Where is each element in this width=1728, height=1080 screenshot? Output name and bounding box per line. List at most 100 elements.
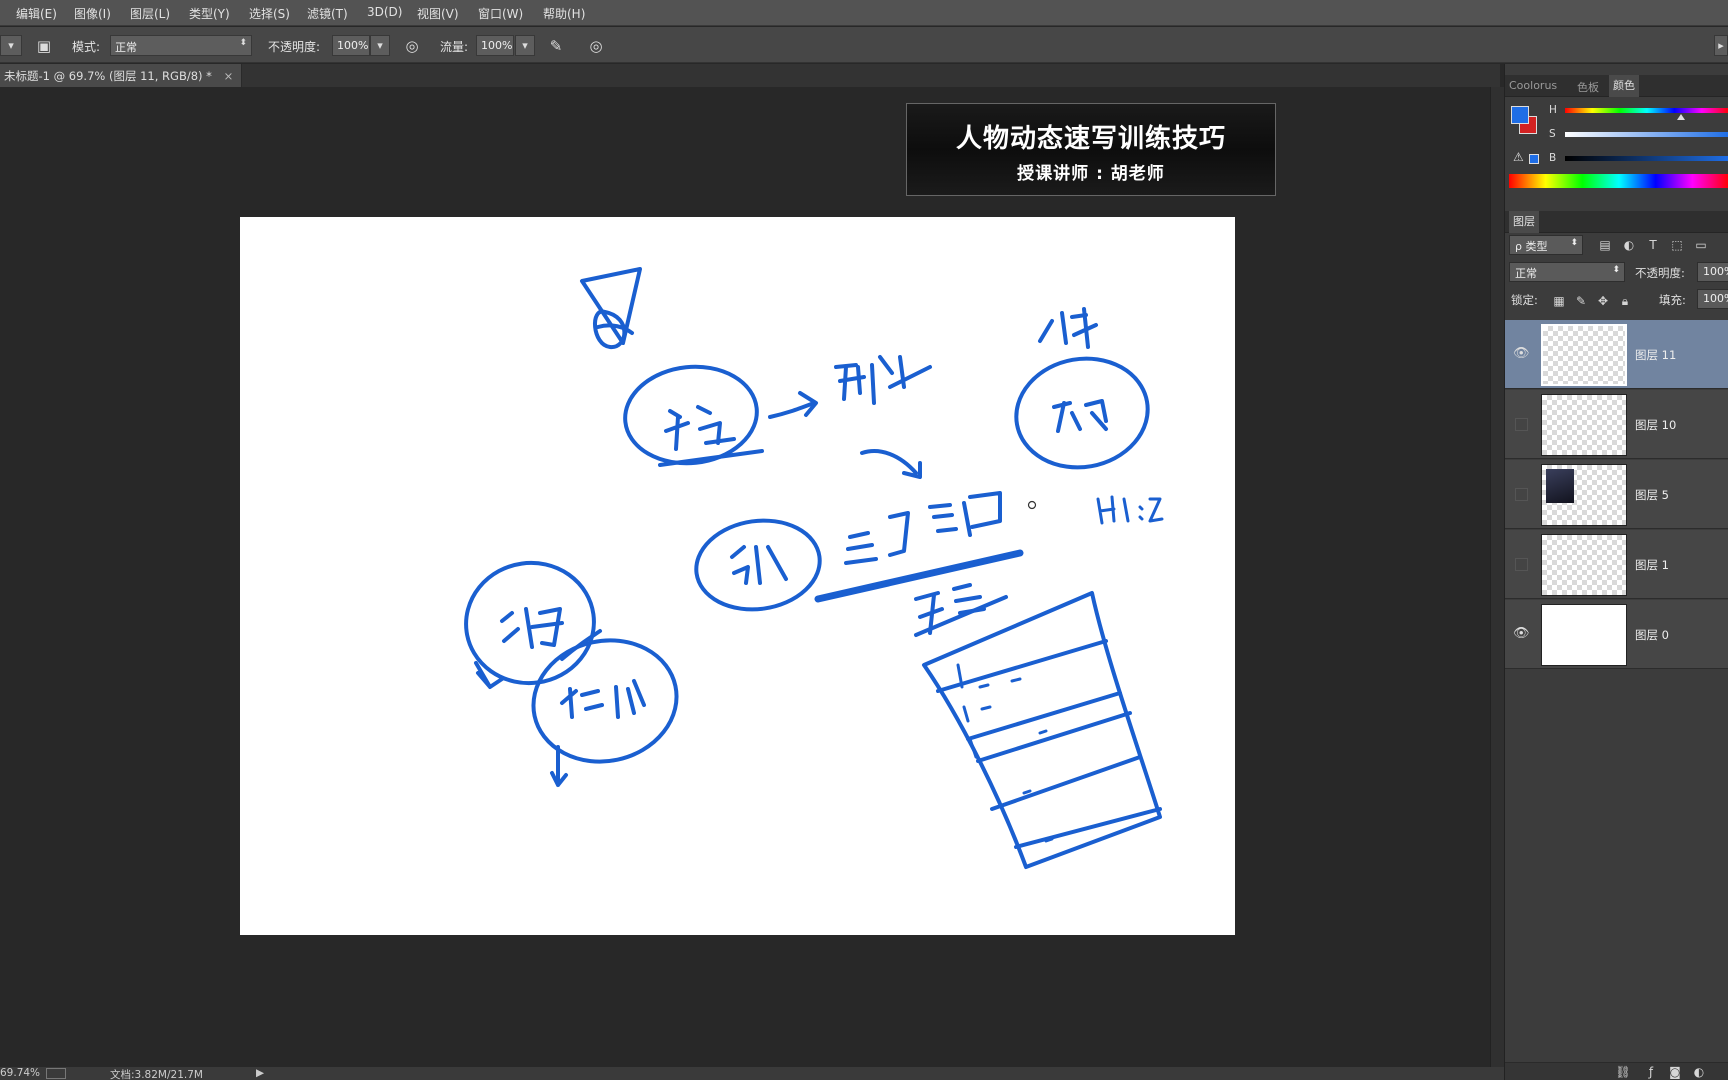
menu-filter[interactable]: 滤镜(T) — [307, 5, 348, 22]
layer-name[interactable]: 图层 11 — [1635, 347, 1676, 363]
layer-row-layer-1[interactable]: 图层 1 — [1505, 530, 1728, 599]
banner-subtitle: 授课讲师 : 胡老师 — [1017, 164, 1165, 184]
menu-select[interactable]: 选择(S) — [249, 5, 290, 22]
lock-image-icon[interactable]: ✎ — [1573, 293, 1589, 309]
sketch-text-ratio — [1096, 495, 1164, 525]
sketch-table-line-5 — [1014, 807, 1162, 849]
layer-thumbnail — [1541, 324, 1627, 386]
sketch-text-middle — [730, 545, 788, 585]
layer-row-layer-11[interactable]: 👁︎ 图层 11 — [1505, 320, 1728, 389]
color-panel-body: ⚠ H S B — [1505, 98, 1728, 188]
sketch-text-xingqu — [1052, 399, 1108, 433]
layer-filter-value: ρ 类型 — [1515, 240, 1548, 253]
layers-panel-footer: ⛓︎ ƒ ◙ ◐ — [1505, 1062, 1728, 1080]
adjustment-layer-icon[interactable]: ◐ — [1691, 1064, 1707, 1080]
document-tab-title: 未标题-1 @ 69.7% (图层 11, RGB/8) * — [4, 69, 212, 83]
tab-layers[interactable]: 图层 — [1509, 211, 1539, 233]
fill-input[interactable]: 100% — [1697, 289, 1728, 309]
fx-icon[interactable]: ƒ — [1643, 1064, 1659, 1080]
tool-options-bar: ▾ ▣ 模式: 正常 ⬍ 不透明度: 100% ▾ ◎ 流量: 100% ▾ ✎… — [0, 27, 1728, 63]
add-mask-icon[interactable]: ◙ — [1667, 1064, 1683, 1080]
opacity-input[interactable]: 100% — [332, 35, 370, 56]
layer-row-layer-5[interactable]: 图层 5 — [1505, 460, 1728, 529]
web-safe-color-icon[interactable] — [1529, 154, 1539, 164]
tab-color[interactable]: 颜色 — [1609, 75, 1639, 97]
zoom-level[interactable]: 69.74% — [0, 1067, 40, 1079]
chevron-down-icon: ⬍ — [239, 38, 247, 48]
lock-transparent-icon[interactable]: ▦ — [1551, 293, 1567, 309]
sketch-table-outline — [922, 591, 1162, 869]
filter-type-icon[interactable]: T — [1645, 237, 1661, 253]
visibility-toggle-off[interactable] — [1515, 488, 1528, 501]
flow-dropdown-button[interactable]: ▾ — [515, 35, 535, 56]
mode-label: 模式: — [72, 40, 101, 54]
layer-name[interactable]: 图层 1 — [1635, 557, 1669, 573]
export-icon[interactable] — [46, 1068, 66, 1079]
sketch-text-left-2 — [560, 679, 646, 719]
pressure-size-icon[interactable]: ◎ — [586, 36, 606, 56]
layer-thumbnail — [1541, 394, 1627, 456]
layer-row-layer-0[interactable]: 👁︎ 图层 0 — [1505, 600, 1728, 669]
course-title-banner: 人物动态速写训练技巧 授课讲师 : 胡老师 — [906, 103, 1276, 196]
lock-all-icon[interactable]: 🔒︎ — [1617, 293, 1633, 309]
menu-help[interactable]: 帮助(H) — [543, 5, 585, 22]
saturation-label: S — [1549, 128, 1556, 140]
menu-view[interactable]: 视图(V) — [417, 5, 459, 22]
status-menu-arrow-icon[interactable]: ▶ — [256, 1067, 264, 1079]
layer-opacity-input[interactable]: 100% — [1697, 262, 1728, 282]
gamut-warning-icon[interactable]: ⚠ — [1513, 150, 1524, 164]
workspace-switcher-button[interactable]: ▸ — [1714, 35, 1728, 56]
fill-label: 填充: — [1659, 293, 1686, 307]
layer-row-layer-10[interactable]: 图层 10 — [1505, 390, 1728, 459]
layer-opacity-label: 不透明度: — [1635, 266, 1685, 280]
status-bar: 69.74% 文档:3.82M/21.7M ▶ — [0, 1067, 1504, 1080]
visibility-toggle-off[interactable] — [1515, 558, 1528, 571]
link-layers-icon[interactable]: ⛓︎ — [1615, 1064, 1631, 1080]
visibility-eye-icon[interactable]: 👁︎ — [1513, 346, 1530, 362]
document-tab[interactable]: 未标题-1 @ 69.7% (图层 11, RGB/8) * × — [0, 64, 243, 87]
layer-blend-mode-select[interactable]: 正常 ⬍ — [1509, 262, 1625, 282]
brightness-slider[interactable] — [1565, 156, 1728, 161]
filter-pixel-icon[interactable]: ▤ — [1597, 237, 1613, 253]
menu-edit[interactable]: 编辑(E) — [16, 5, 57, 22]
visibility-eye-icon[interactable]: 👁︎ — [1513, 626, 1530, 642]
airbrush-icon[interactable]: ✎ — [546, 36, 566, 56]
color-spectrum-ramp[interactable] — [1509, 174, 1728, 188]
filter-shape-icon[interactable]: ⬚ — [1669, 237, 1685, 253]
sketch-table-line-3 — [976, 711, 1132, 763]
hue-slider[interactable] — [1565, 108, 1728, 113]
hue-slider-thumb[interactable] — [1677, 114, 1685, 120]
mode-select[interactable]: 正常 ⬍ — [110, 35, 252, 56]
visibility-toggle-off[interactable] — [1515, 418, 1528, 431]
flow-input[interactable]: 100% — [476, 35, 514, 56]
menu-type[interactable]: 类型(Y) — [189, 5, 230, 22]
close-icon[interactable]: × — [224, 69, 234, 83]
layer-filter-select[interactable]: ρ 类型 ⬍ — [1509, 235, 1583, 255]
menu-window[interactable]: 窗口(W) — [478, 5, 523, 22]
chevron-down-icon: ⬍ — [1570, 238, 1578, 248]
filter-adjustment-icon[interactable]: ◐ — [1621, 237, 1637, 253]
pressure-opacity-icon[interactable]: ◎ — [402, 36, 422, 56]
layer-name[interactable]: 图层 5 — [1635, 487, 1669, 503]
opacity-label: 不透明度: — [268, 40, 321, 54]
tab-swatches[interactable]: 色板 — [1577, 79, 1599, 95]
lock-position-icon[interactable]: ✥ — [1595, 293, 1611, 309]
layer-thumbnail — [1541, 464, 1627, 526]
opacity-dropdown-button[interactable]: ▾ — [370, 35, 390, 56]
document-canvas[interactable] — [240, 217, 1235, 935]
vertical-scrollbar[interactable] — [1490, 87, 1504, 1067]
brush-preset-picker[interactable]: ▾ — [0, 35, 22, 56]
layer-name[interactable]: 图层 0 — [1635, 627, 1669, 643]
sketch-text-left-1 — [500, 607, 564, 649]
brush-panel-toggle-icon[interactable]: ▣ — [34, 36, 54, 56]
menu-image[interactable]: 图像(I) — [74, 5, 111, 22]
filter-smart-object-icon[interactable]: ▭ — [1693, 237, 1709, 253]
layer-name[interactable]: 图层 10 — [1635, 417, 1676, 433]
menu-3d[interactable]: 3D(D) — [367, 5, 402, 19]
saturation-slider[interactable] — [1565, 132, 1728, 137]
sketch-arrow-2 — [860, 449, 922, 479]
tab-coolorus[interactable]: Coolorus — [1509, 79, 1557, 92]
sketch-text-zhijue — [664, 405, 736, 451]
foreground-color-swatch[interactable] — [1511, 106, 1529, 124]
menu-layer[interactable]: 图层(L) — [130, 5, 170, 22]
